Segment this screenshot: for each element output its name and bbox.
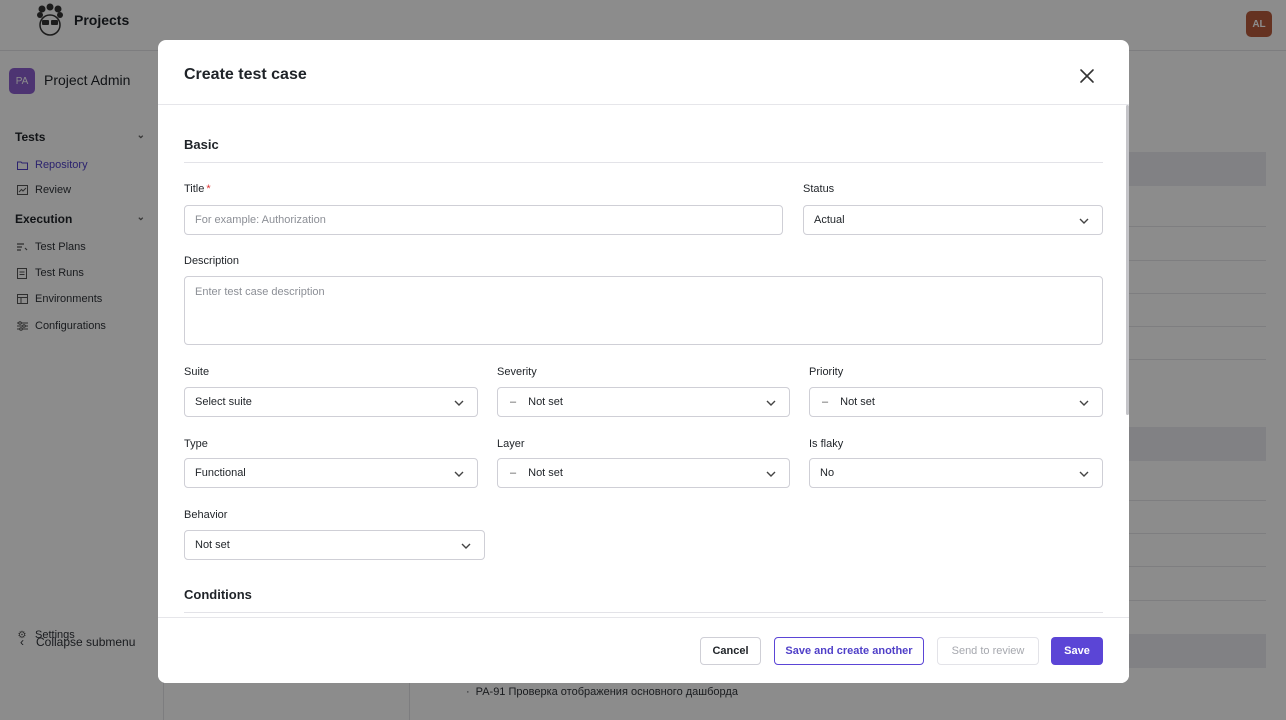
- dialog-header: Create test case: [158, 40, 1129, 105]
- required-mark: *: [206, 183, 211, 195]
- severity-value: Not set: [528, 396, 563, 408]
- section-title-basic: Basic: [184, 137, 219, 152]
- cancel-button[interactable]: Cancel: [700, 637, 761, 665]
- chevron-down-icon: [454, 400, 464, 406]
- suite-value: Select suite: [195, 396, 252, 408]
- layer-label: Layer: [497, 438, 525, 450]
- title-field[interactable]: [184, 205, 783, 235]
- create-test-case-dialog: Create test case Basic Title* Status Act…: [158, 40, 1129, 683]
- chevron-down-icon: [1079, 218, 1089, 224]
- title-label-text: Title: [184, 183, 205, 195]
- is-flaky-select[interactable]: No: [809, 458, 1103, 488]
- title-input[interactable]: [195, 214, 782, 226]
- chevron-down-icon: [1079, 471, 1089, 477]
- save-button[interactable]: Save: [1051, 637, 1103, 665]
- close-icon[interactable]: [1078, 67, 1096, 85]
- title-label: Title *: [184, 183, 211, 195]
- description-label: Description: [184, 255, 240, 267]
- priority-select[interactable]: – Not set: [809, 387, 1103, 417]
- suite-label: Suite: [184, 366, 210, 378]
- status-label: Status: [803, 183, 835, 195]
- dialog-title: Create test case: [184, 66, 307, 83]
- chevron-down-icon: [766, 400, 776, 406]
- priority-value: Not set: [840, 396, 875, 408]
- dialog-scrollbar[interactable]: [1126, 105, 1129, 415]
- behavior-label: Behavior: [184, 509, 228, 521]
- chevron-down-icon: [766, 471, 776, 477]
- layer-value: Not set: [528, 467, 563, 479]
- minus-icon: –: [822, 396, 829, 408]
- status-select[interactable]: Actual: [803, 205, 1103, 235]
- chevron-down-icon: [461, 543, 471, 549]
- chevron-down-icon: [1079, 400, 1089, 406]
- behavior-select[interactable]: Not set: [184, 530, 485, 560]
- is-flaky-value: No: [820, 467, 835, 479]
- priority-label: Priority: [809, 366, 844, 378]
- status-value: Actual: [814, 214, 845, 226]
- dialog-body[interactable]: Basic Title* Status Actual Description S…: [158, 105, 1129, 617]
- severity-select[interactable]: – Not set: [497, 387, 790, 417]
- section-title-conditions: Conditions: [184, 587, 252, 602]
- behavior-value: Not set: [195, 539, 230, 551]
- layer-select[interactable]: – Not set: [497, 458, 790, 488]
- severity-label: Severity: [497, 366, 537, 378]
- section-divider: [184, 162, 1103, 163]
- description-textarea[interactable]: [195, 286, 1102, 334]
- minus-icon: –: [510, 467, 517, 479]
- chevron-down-icon: [454, 471, 464, 477]
- dialog-footer: Cancel Save and create another Send to r…: [158, 617, 1129, 683]
- type-label: Type: [184, 438, 208, 450]
- save-and-create-another-button[interactable]: Save and create another: [774, 637, 924, 665]
- type-value: Functional: [195, 467, 246, 479]
- suite-select[interactable]: Select suite: [184, 387, 478, 417]
- send-to-review-button[interactable]: Send to review: [937, 637, 1039, 665]
- section-divider: [184, 612, 1103, 613]
- is-flaky-label: Is flaky: [809, 438, 844, 450]
- minus-icon: –: [510, 396, 517, 408]
- type-select[interactable]: Functional: [184, 458, 478, 488]
- description-field[interactable]: [184, 276, 1103, 345]
